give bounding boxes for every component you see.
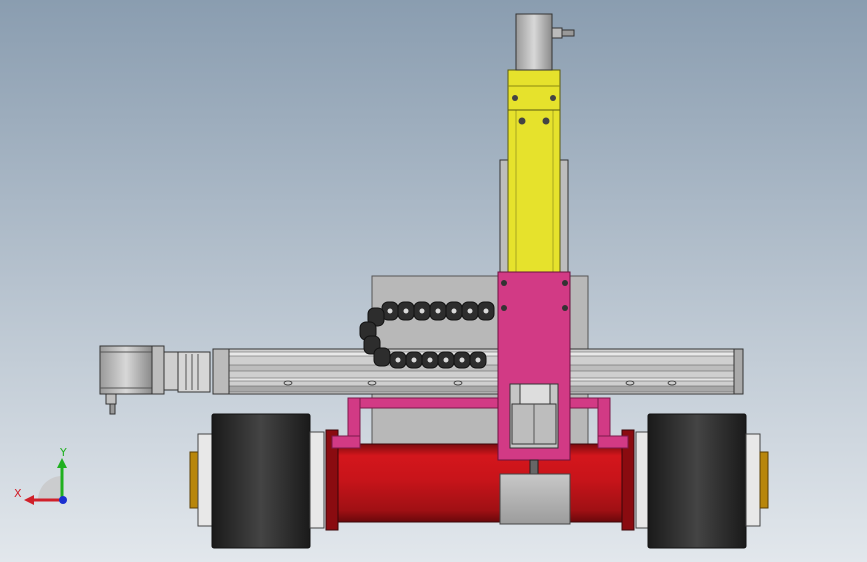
x-axis-label: X — [14, 487, 22, 500]
z-axis-linear-module[interactable] — [499, 107, 569, 279]
base-drive-cylinder[interactable] — [325, 429, 635, 531]
cad-viewport[interactable]: Y X — [0, 0, 867, 562]
y-axis-label: Y — [59, 446, 67, 459]
z-axis-dot — [59, 496, 67, 504]
z-axis-top-coupling — [507, 69, 561, 111]
model-canvas[interactable]: Y X — [0, 0, 867, 562]
z-carriage-plate[interactable] — [497, 271, 571, 461]
